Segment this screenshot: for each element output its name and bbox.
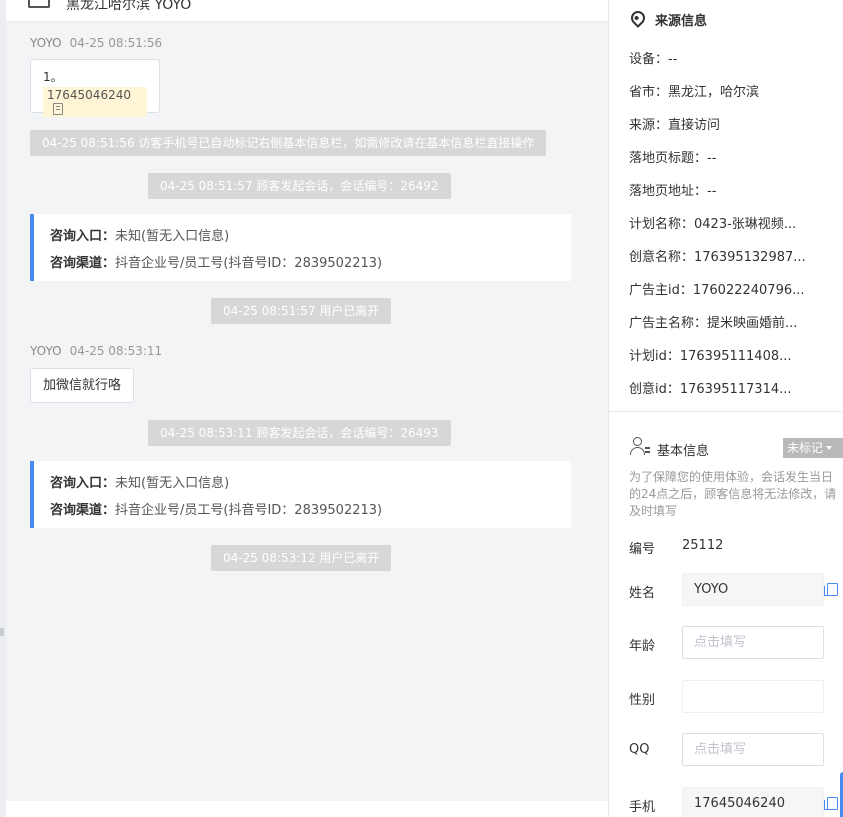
system-notice: 04-25 08:53:12 用户已离开: [211, 545, 392, 571]
system-notice: 04-25 08:53:11 顾客发起会话，会话编号：26493: [148, 420, 451, 446]
source-device: 设备：--: [629, 52, 678, 67]
phone-field[interactable]: 17645046240: [682, 787, 824, 817]
consult-entry: 咨询入口：未知(暂无入口信息): [50, 470, 555, 497]
plan-id: 计划id：176395111408...: [629, 349, 792, 364]
chat-title: 黑龙江哈尔滨 YOYO: [66, 0, 192, 13]
gender-label: 性别: [629, 693, 656, 708]
chat-area: 黑龙江哈尔滨 YOYO YOYO 04-25 08:51:56 1。 176450…: [6, 0, 608, 817]
consult-card: 咨询入口：未知(暂无入口信息) 咨询渠道：抖音企业号/员工号(抖音号ID：283…: [30, 461, 571, 528]
consult-channel: 咨询渠道：抖音企业号/员工号(抖音号ID：2839502213): [50, 497, 555, 524]
creative-name: 创意名称：176395132987...: [629, 250, 806, 265]
id-value: 25112: [682, 538, 724, 553]
consult-card: 咨询入口：未知(暂无入口信息) 咨询渠道：抖音企业号/员工号(抖音号ID：283…: [30, 214, 571, 281]
source-title: 来源信息: [655, 14, 708, 29]
advertiser-name: 广告主名称：提米映画婚前...: [629, 316, 798, 331]
phone-number: 17645046240: [47, 88, 131, 102]
basic-title: 基本信息: [657, 444, 710, 459]
monitor-icon: [28, 0, 50, 8]
customer-panel: 来源信息 设备：-- 省市：黑龙江，哈尔滨 来源：直接访问 落地页标题：-- 落…: [608, 0, 843, 817]
copy-icon[interactable]: [824, 583, 838, 596]
entry-label: 咨询入口：: [50, 476, 116, 491]
entry-value: 未知(暂无入口信息): [115, 229, 230, 244]
landing-url: 落地页地址：--: [629, 184, 717, 199]
landing-title: 落地页标题：--: [629, 151, 717, 166]
sender-name: YOYO: [30, 36, 62, 50]
message-bubble: 加微信就行咯: [30, 368, 134, 403]
creative-id: 创意id：176395117314...: [629, 382, 792, 397]
message-time: 04-25 08:53:11: [69, 344, 163, 358]
channel-label: 咨询渠道：: [50, 256, 116, 271]
consult-channel: 咨询渠道：抖音企业号/员工号(抖音号ID：2839502213): [50, 250, 555, 277]
sender-name: YOYO: [30, 344, 62, 358]
gender-field[interactable]: [682, 680, 824, 713]
source-origin: 来源：直接访问: [629, 118, 721, 133]
channel-label: 咨询渠道：: [50, 503, 116, 518]
qq-label: QQ: [629, 742, 650, 757]
chat-header: 黑龙江哈尔滨 YOYO: [6, 0, 608, 22]
system-notice: 04-25 08:51:57 顾客发起会话，会话编号：26492: [148, 173, 451, 199]
mark-dropdown[interactable]: 未标记: [783, 438, 843, 458]
channel-value: 抖音企业号/员工号(抖音号ID：2839502213): [115, 503, 383, 518]
id-label: 编号: [629, 542, 656, 557]
channel-value: 抖音企业号/员工号(抖音号ID：2839502213): [115, 256, 383, 271]
mark-label: 未标记: [787, 441, 824, 455]
chat-input-area[interactable]: [6, 801, 608, 817]
message-text: 1。: [43, 70, 63, 84]
age-field[interactable]: 点击填写: [682, 626, 824, 659]
message-sender: YOYO 04-25 08:53:11: [30, 344, 162, 358]
message-time: 04-25 08:51:56: [69, 36, 163, 50]
entry-value: 未知(暂无入口信息): [115, 476, 230, 491]
qq-field[interactable]: 点击填写: [682, 733, 824, 766]
system-notice: 04-25 08:51:57 用户已离开: [211, 298, 392, 324]
edit-note: 为了保障您的使用体验，会话发生当日的24点之后，顾客信息将无法修改，请及时填写: [629, 470, 837, 518]
message-text: 加微信就行咯: [43, 378, 122, 393]
copy-icon[interactable]: [824, 797, 838, 810]
source-region: 省市：黑龙江，哈尔滨: [629, 85, 760, 100]
section-divider: [609, 411, 843, 412]
copy-icon[interactable]: [53, 103, 63, 115]
plan-name: 计划名称：0423-张琳视频...: [629, 217, 797, 232]
phone-chip[interactable]: 17645046240: [43, 87, 147, 117]
phone-label: 手机: [629, 800, 656, 815]
user-icon: [630, 437, 650, 457]
system-notice: 04-25 08:51:56 访客手机号已自动标记右侧基本信息栏，如需修改请在基…: [30, 130, 547, 156]
strip-mark: [0, 628, 4, 636]
message-sender: YOYO 04-25 08:51:56: [30, 36, 162, 50]
name-field[interactable]: YOYO: [682, 573, 824, 606]
advertiser-id: 广告主id：176022240796...: [629, 283, 805, 298]
name-label: 姓名: [629, 586, 656, 601]
entry-label: 咨询入口：: [50, 229, 116, 244]
location-pin-icon: [628, 8, 648, 28]
chevron-down-icon: [826, 446, 833, 450]
consult-entry: 咨询入口：未知(暂无入口信息): [50, 223, 555, 250]
age-label: 年龄: [629, 639, 656, 654]
message-bubble: 1。 17645046240: [30, 59, 160, 117]
